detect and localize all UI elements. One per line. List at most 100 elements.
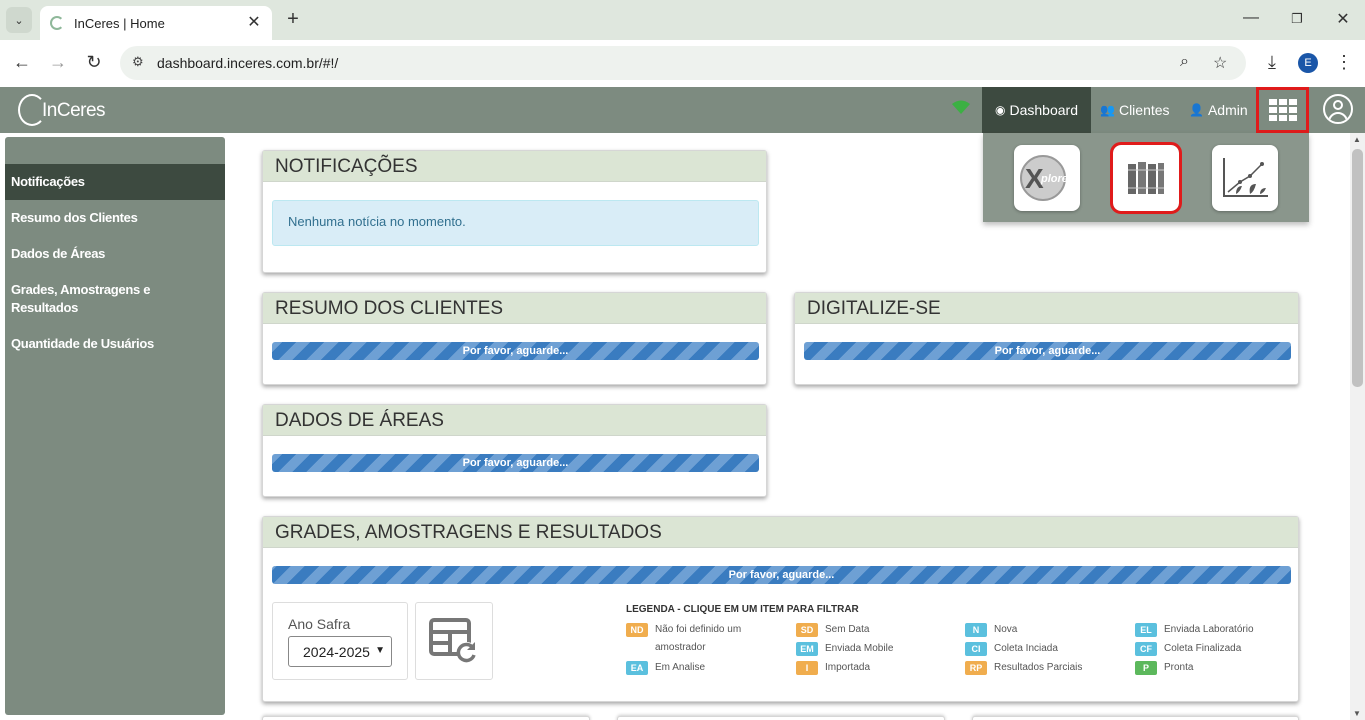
legend-label: Pronta [1164, 662, 1194, 673]
legend-label: Enviada Laboratório [1164, 624, 1254, 635]
user-plus-icon: 👤 [1189, 103, 1204, 117]
status-badge: P [1135, 661, 1157, 675]
legend-title: LEGENDA - CLIQUE EM UM ITEM PARA FILTRAR [626, 604, 859, 615]
loading-bar: Por favor, aguarde... [272, 454, 759, 472]
app-header: InCeres ◉ Dashboard 👥 Clientes 👤 Admin [0, 87, 1365, 133]
legend-item[interactable]: EL Enviada Laboratório [1135, 621, 1254, 639]
refresh-grid-button[interactable] [415, 602, 493, 680]
books-icon [1128, 162, 1164, 194]
sidebar-item-notificacoes[interactable]: Notificações [5, 164, 225, 200]
page-scrollbar[interactable]: ▲ ▼ [1350, 133, 1365, 720]
reload-button[interactable]: ↻ [82, 52, 106, 73]
legend-label: Enviada Mobile [825, 643, 894, 654]
nav-clientes[interactable]: 👥 Clientes [1087, 87, 1183, 133]
legend-item[interactable]: ND Não foi definido um amostrador [626, 621, 766, 657]
library-app-tile[interactable] [1110, 142, 1182, 214]
grid-icon [1268, 99, 1297, 121]
legend-item[interactable]: RP Resultados Parciais [965, 659, 1082, 677]
chevron-down-icon: ▼ [375, 645, 385, 656]
safra-label: Ano Safra [288, 616, 351, 632]
status-badge: CI [965, 642, 987, 656]
status-badge: SD [796, 623, 818, 637]
users-icon: 👥 [1100, 103, 1115, 117]
safra-filter: Ano Safra 2024-2025 ▼ [272, 602, 408, 680]
legend-label: Sem Data [825, 624, 870, 635]
tab-list-button[interactable]: ⌄ [6, 7, 32, 33]
nav-dashboard[interactable]: ◉ Dashboard [982, 87, 1091, 133]
panel-title: DADOS DE ÁREAS [263, 405, 766, 436]
close-tab-icon[interactable]: ✕ [244, 12, 264, 32]
status-badge: RP [965, 661, 987, 675]
forward-button[interactable]: → [46, 52, 70, 73]
new-tab-button[interactable]: + [283, 8, 303, 31]
apps-grid-button[interactable] [1256, 87, 1309, 133]
profile-avatar[interactable]: E [1298, 53, 1318, 73]
address-bar: ← → ↻ ⚙ dashboard.inceres.com.br/#!/ ⌕ ☆… [0, 40, 1365, 87]
close-window-button[interactable]: ✕ [1328, 9, 1358, 29]
xplorer-icon: X plorer [1020, 155, 1073, 201]
menu-kebab-icon[interactable]: ⋮ [1332, 52, 1356, 73]
legend-item[interactable]: EA Em Analise [626, 659, 705, 677]
panel-title: GRADES, AMOSTRAGENS E RESULTADOS [263, 517, 1298, 548]
notificacoes-panel: NOTIFICAÇÕES Nenhuma notícia no momento. [262, 150, 767, 273]
next-panel-2 [617, 716, 945, 720]
dashboard-icon: ◉ [995, 103, 1006, 117]
loading-bar: Por favor, aguarde... [272, 566, 1291, 584]
next-panel-3 [972, 716, 1299, 720]
back-button[interactable]: ← [10, 52, 34, 73]
status-badge: ND [626, 623, 648, 637]
panel-title: DIGITALIZE-SE [795, 293, 1298, 324]
legend-item[interactable]: P Pronta [1135, 659, 1193, 677]
scroll-thumb[interactable] [1352, 149, 1363, 387]
status-badge: EA [626, 661, 648, 675]
nav-admin[interactable]: 👤 Admin [1176, 87, 1261, 133]
status-badge: EM [796, 642, 818, 656]
zoom-icon[interactable]: ⌕ [1180, 53, 1189, 71]
omnibox[interactable]: ⚙ dashboard.inceres.com.br/#!/ ⌕ ☆ [120, 46, 1246, 80]
panel-title: RESUMO DOS CLIENTES [263, 293, 766, 324]
legend-item[interactable]: CI Coleta Inciada [965, 640, 1058, 658]
apps-dropdown: X plorer [983, 133, 1309, 222]
status-badge: EL [1135, 623, 1157, 637]
xplorer-app-tile[interactable]: X plorer [1014, 145, 1080, 211]
tab-title: InCeres | Home [74, 15, 165, 31]
notice-message: Nenhuma notícia no momento. [272, 200, 759, 246]
legend-item[interactable]: CF Coleta Finalizada [1135, 640, 1241, 658]
wifi-status-icon [950, 99, 972, 120]
url-text[interactable]: dashboard.inceres.com.br/#!/ [157, 55, 338, 71]
safra-select[interactable]: 2024-2025 ▼ [288, 636, 392, 667]
plant-chart-icon [1223, 158, 1268, 197]
dados-areas-panel: DADOS DE ÁREAS Por favor, aguarde... [262, 404, 767, 497]
download-icon[interactable]: ⤓ [1260, 52, 1284, 73]
legend-label: Não foi definido um amostrador [655, 624, 742, 653]
sidebar-item-grades[interactable]: Grades, Amostragens e Resultados [5, 272, 225, 326]
legend-label: Coleta Finalizada [1164, 643, 1242, 654]
scroll-down-icon[interactable]: ▼ [1353, 709, 1361, 718]
status-badge: N [965, 623, 987, 637]
legend-item[interactable]: EM Enviada Mobile [796, 640, 893, 658]
grades-panel: GRADES, AMOSTRAGENS E RESULTADOS Por fav… [262, 516, 1299, 702]
sidebar-item-resumo-clientes[interactable]: Resumo dos Clientes [5, 200, 225, 236]
restore-button[interactable]: ❐ [1282, 11, 1312, 27]
inceres-logo[interactable]: InCeres [18, 93, 138, 127]
sidebar: Notificações Resumo dos Clientes Dados d… [5, 137, 225, 715]
growth-analytics-app-tile[interactable] [1212, 145, 1278, 211]
browser-tab[interactable]: InCeres | Home ✕ [40, 6, 272, 40]
legend-item[interactable]: N Nova [965, 621, 1017, 639]
legend-label: Coleta Inciada [994, 643, 1058, 654]
resumo-clientes-panel: RESUMO DOS CLIENTES Por favor, aguarde..… [262, 292, 767, 385]
legend-label: Nova [994, 624, 1018, 635]
user-account-icon[interactable] [1323, 94, 1353, 124]
loading-bar: Por favor, aguarde... [804, 342, 1291, 360]
sidebar-item-dados-areas[interactable]: Dados de Áreas [5, 236, 225, 272]
scroll-up-icon[interactable]: ▲ [1353, 135, 1361, 144]
site-info-icon[interactable]: ⚙ [132, 54, 144, 70]
legend-item[interactable]: SD Sem Data [796, 621, 869, 639]
legend-label: Em Analise [655, 662, 706, 673]
browser-tab-bar: ⌄ InCeres | Home ✕ + — ❐ ✕ [0, 0, 1365, 40]
sidebar-item-quantidade-usuarios[interactable]: Quantidade de Usuários [5, 326, 225, 362]
bookmark-star-icon[interactable]: ☆ [1213, 53, 1227, 73]
minimize-button[interactable]: — [1236, 9, 1266, 27]
legend-item[interactable]: I Importada [796, 659, 870, 677]
panel-title: NOTIFICAÇÕES [263, 151, 766, 182]
